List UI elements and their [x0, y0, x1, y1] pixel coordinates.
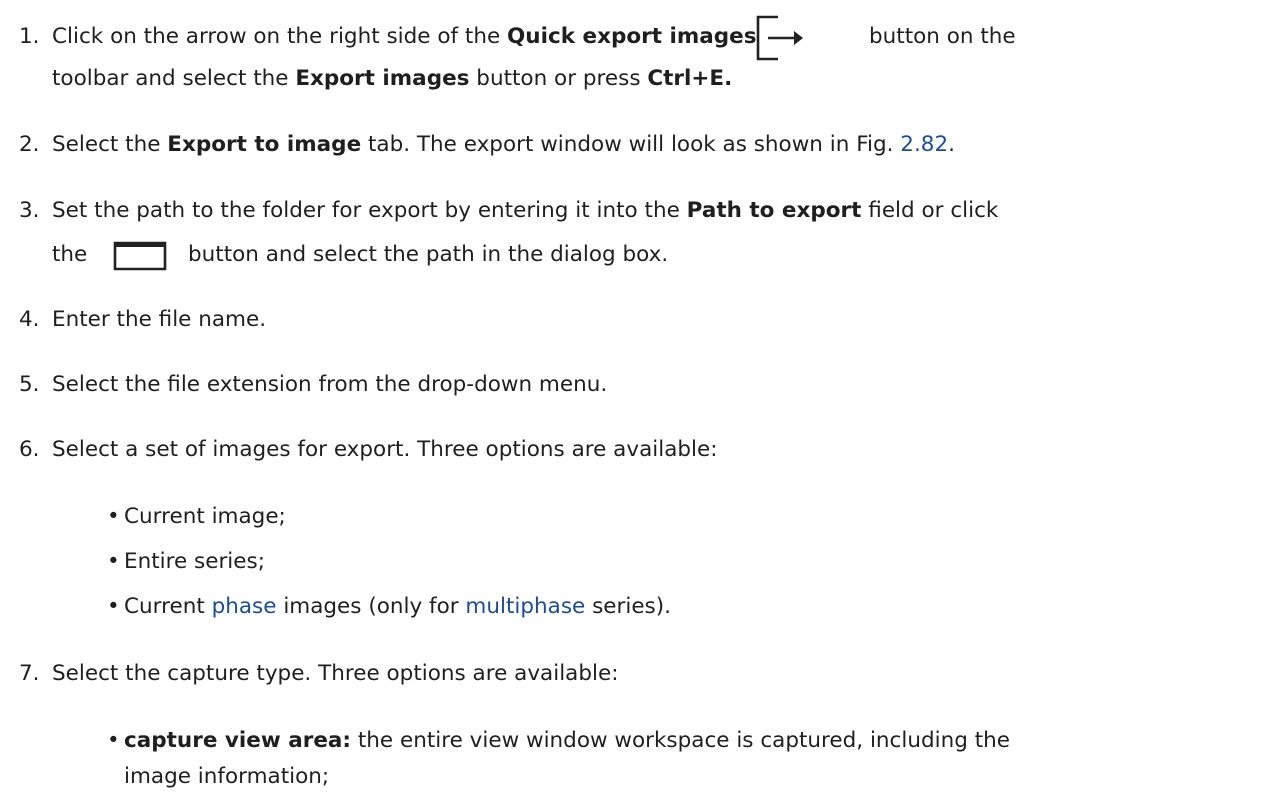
step-number: 1. — [19, 24, 40, 49]
step-text: Click on the arrow on the right side of … — [52, 24, 508, 49]
step-2-line-1: Select the Export to image tab. The expo… — [52, 130, 955, 160]
quick-export-icon — [756, 15, 804, 65]
option-text: the entire view window workspace is capt… — [351, 728, 1010, 753]
step-text: button or press — [469, 66, 648, 91]
step-3-line-1: Set the path to the folder for export by… — [52, 196, 998, 226]
option-text: images (only for — [276, 594, 466, 619]
step-text: Set the path to the folder for export by… — [52, 198, 687, 223]
step-text: field or click — [861, 198, 999, 223]
bullet: • — [107, 504, 120, 529]
folder-icon — [113, 239, 167, 275]
step-4-text: Enter the file name. — [52, 307, 267, 332]
step-number: 6. — [19, 437, 40, 462]
step-1-line-1-end: button on the — [869, 24, 1016, 49]
step-text: toolbar and select the — [52, 66, 296, 91]
step-1-line-2: toolbar and select the Export images but… — [52, 64, 732, 94]
step-number: 5. — [19, 372, 40, 397]
step-7-text: Select the capture type. Three options a… — [52, 661, 619, 686]
phase-link[interactable]: phase — [212, 594, 277, 619]
step-number: 2. — [19, 132, 40, 157]
step-3-line-2-end: button and select the path in the dialog… — [188, 242, 669, 267]
step-text: tab. The export window will look as show… — [361, 132, 901, 157]
path-to-export-label: Path to export — [686, 198, 862, 223]
option-item: Current image; — [124, 504, 286, 529]
capture-view-area-label: capture view area: — [124, 728, 352, 753]
step-1-line-1: Click on the arrow on the right side of … — [52, 22, 757, 52]
step-number: 3. — [19, 198, 40, 223]
export-images-label: Export images — [295, 66, 470, 91]
bullet: • — [107, 728, 120, 753]
multiphase-link[interactable]: multiphase — [465, 594, 585, 619]
step-number: 7. — [19, 661, 40, 686]
step-3-line-2-start: the — [52, 242, 88, 267]
quick-export-images-label: Quick export images — [507, 24, 757, 49]
export-to-image-label: Export to image — [167, 132, 362, 157]
shortcut-label: Ctrl+E. — [647, 66, 733, 91]
figure-link[interactable]: 2.82 — [900, 132, 948, 157]
option-item: Current phase images (only for multiphas… — [124, 592, 671, 622]
step-text: . — [948, 132, 956, 157]
option-text: series). — [585, 594, 671, 619]
step-5-text: Select the file extension from the drop-… — [52, 372, 608, 397]
step-number: 4. — [19, 307, 40, 332]
bullet: • — [107, 549, 120, 574]
option-text: Current — [124, 594, 212, 619]
bullet: • — [107, 594, 120, 619]
step-text: Select the — [52, 132, 168, 157]
option-item: Entire series; — [124, 549, 265, 574]
option-item: capture view area: the entire view windo… — [124, 726, 1010, 756]
option-item-continued: image information; — [124, 764, 330, 789]
step-6-text: Select a set of images for export. Three… — [52, 437, 718, 462]
